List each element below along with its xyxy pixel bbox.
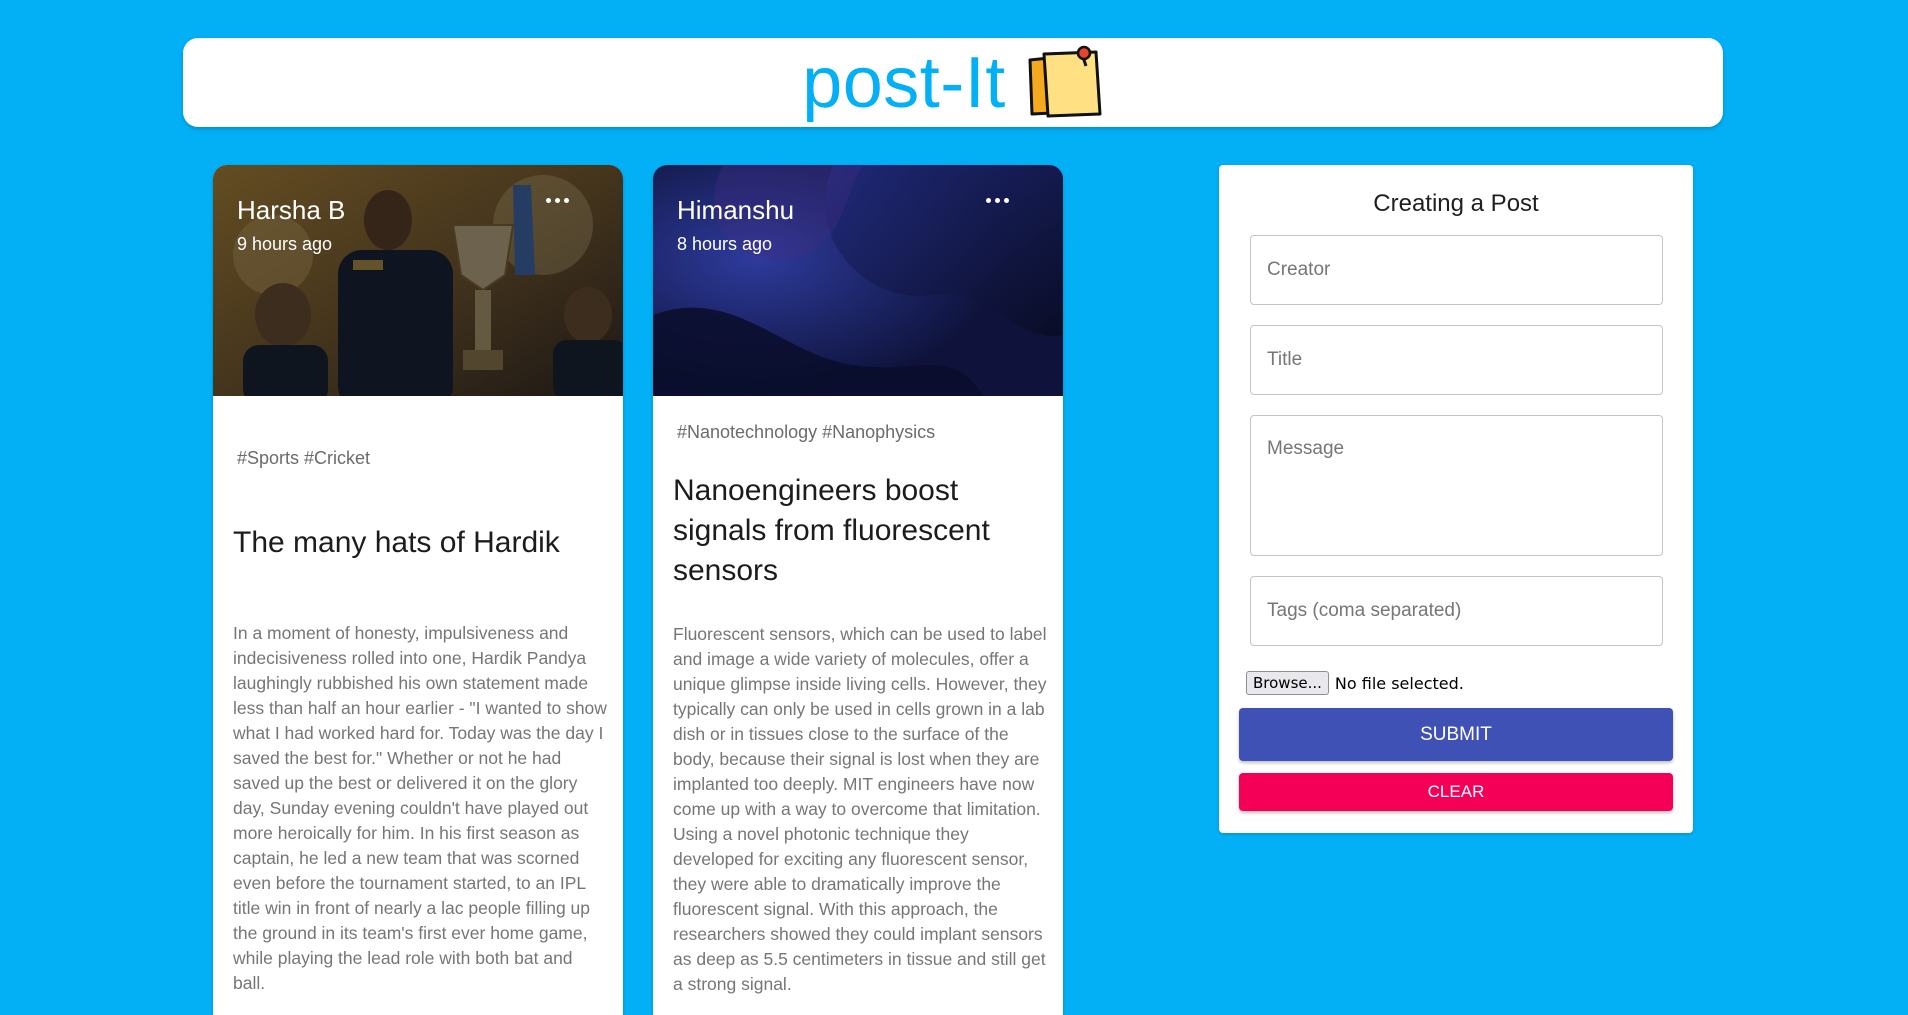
post-image: Himanshu 8 hours ago: [653, 165, 1063, 396]
post-creator: Himanshu: [677, 195, 795, 225]
post-title: Nanoengineers boost signals from fluores…: [673, 474, 990, 587]
tags-input[interactable]: [1250, 576, 1663, 646]
post-time: 8 hours ago: [677, 234, 773, 255]
brand-title: post-It: [802, 42, 1006, 123]
post-title: The many hats of Hardik: [233, 526, 560, 559]
post-card: Harsha B 9 hours ago #Sports #Cricket Th…: [213, 165, 623, 1015]
more-options-button[interactable]: [539, 185, 575, 215]
creator-input[interactable]: [1250, 235, 1663, 305]
clear-button[interactable]: CLEAR: [1239, 773, 1673, 811]
more-options-button[interactable]: [979, 185, 1015, 215]
message-input[interactable]: [1250, 415, 1663, 556]
more-horizontal-icon: [545, 197, 569, 203]
post-creator: Harsha B: [237, 195, 346, 225]
post-image: Harsha B 9 hours ago: [213, 165, 623, 396]
post-tags: #Sports #Cricket: [237, 448, 371, 468]
post-time: 9 hours ago: [237, 234, 333, 255]
file-picker: Browse... No file selected.: [1246, 671, 1464, 695]
file-status: No file selected.: [1334, 673, 1464, 693]
create-post-form: Creating a Post Browse... No file select…: [1219, 165, 1693, 833]
app-bar: post-It: [183, 38, 1723, 127]
browse-button[interactable]: Browse...: [1246, 671, 1329, 695]
post-tags: #Nanotechnology #Nanophysics: [677, 422, 936, 442]
post-card: Himanshu 8 hours ago #Nanotechnology #Na…: [653, 165, 1063, 1015]
post-message: In a moment of honesty, impulsiveness an…: [233, 623, 607, 993]
sticky-note-pin-icon: [1028, 45, 1102, 117]
submit-button[interactable]: SUBMIT: [1239, 708, 1673, 761]
post-message: Fluorescent sensors, which can be used t…: [673, 624, 1047, 994]
title-input[interactable]: [1250, 325, 1663, 395]
form-heading: Creating a Post: [1373, 190, 1539, 217]
more-horizontal-icon: [985, 197, 1009, 203]
